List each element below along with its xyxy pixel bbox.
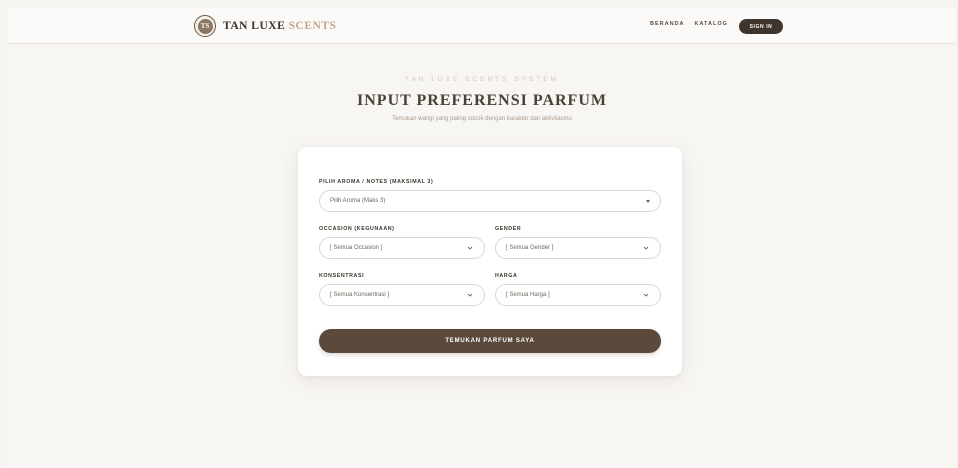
aroma-multiselect-placeholder: Pilih Aroma (Maks 3) [330, 198, 386, 204]
monogram-logo-icon: TS [194, 15, 216, 37]
konsentrasi-select[interactable]: [ Semua Konsentrasi ] [319, 284, 485, 306]
sign-in-button[interactable]: SIGN IN [739, 19, 783, 34]
harga-select[interactable]: [ Semua Harga ] [495, 284, 661, 306]
occasion-label: OCCASION (KEGUNAAN) [319, 226, 395, 232]
caret-down-icon [646, 200, 650, 203]
harga-label: HARGA [495, 273, 518, 279]
nav-link-katalog[interactable]: KATALOG [695, 21, 728, 27]
find-perfume-button[interactable]: TEMUKAN PARFUM SAYA [319, 329, 661, 353]
brand-name-accent: SCENTS [288, 20, 337, 32]
occasion-select-value: [ Semua Occasion ] [330, 245, 383, 251]
konsentrasi-select-value: [ Semua Konsentrasi ] [330, 292, 390, 298]
occasion-select[interactable]: [ Semua Occasion ] [319, 237, 485, 259]
brand-name-main: TAN LUXE [223, 20, 286, 32]
nav-link-beranda[interactable]: BERANDA [650, 21, 685, 27]
aroma-label: PILIH AROMA / NOTES (MAKSIMAL 3) [319, 179, 434, 185]
nav-links: BERANDA KATALOG [650, 21, 728, 27]
page: TS TAN LUXE SCENTS BERANDA KATALOG SIGN … [8, 8, 956, 468]
logo-monogram: TS [197, 18, 213, 34]
chevron-down-icon [643, 246, 649, 250]
brand[interactable]: TS TAN LUXE SCENTS [194, 15, 336, 37]
chevron-down-icon [643, 293, 649, 297]
brand-name: TAN LUXE SCENTS [223, 20, 336, 32]
page-title: INPUT PREFERENSI PARFUM [357, 92, 607, 109]
konsentrasi-label: KONSENTRASI [319, 273, 365, 279]
page-subtitle: Temukan wangi yang paling cocok dengan k… [392, 116, 572, 122]
navbar: TS TAN LUXE SCENTS BERANDA KATALOG SIGN … [8, 8, 956, 44]
gender-select-value: [ Semua Gender ] [506, 245, 554, 251]
chevron-down-icon [467, 246, 473, 250]
aroma-multiselect[interactable]: Pilih Aroma (Maks 3) [319, 190, 661, 212]
chevron-down-icon [467, 293, 473, 297]
gender-label: GENDER [495, 226, 522, 232]
harga-select-value: [ Semua Harga ] [506, 292, 550, 298]
gender-select[interactable]: [ Semua Gender ] [495, 237, 661, 259]
preference-form-card: PILIH AROMA / NOTES (MAKSIMAL 3) Pilih A… [298, 147, 682, 376]
hero-eyebrow: TAN LUXE SCENTS SYSTEM [404, 76, 559, 83]
